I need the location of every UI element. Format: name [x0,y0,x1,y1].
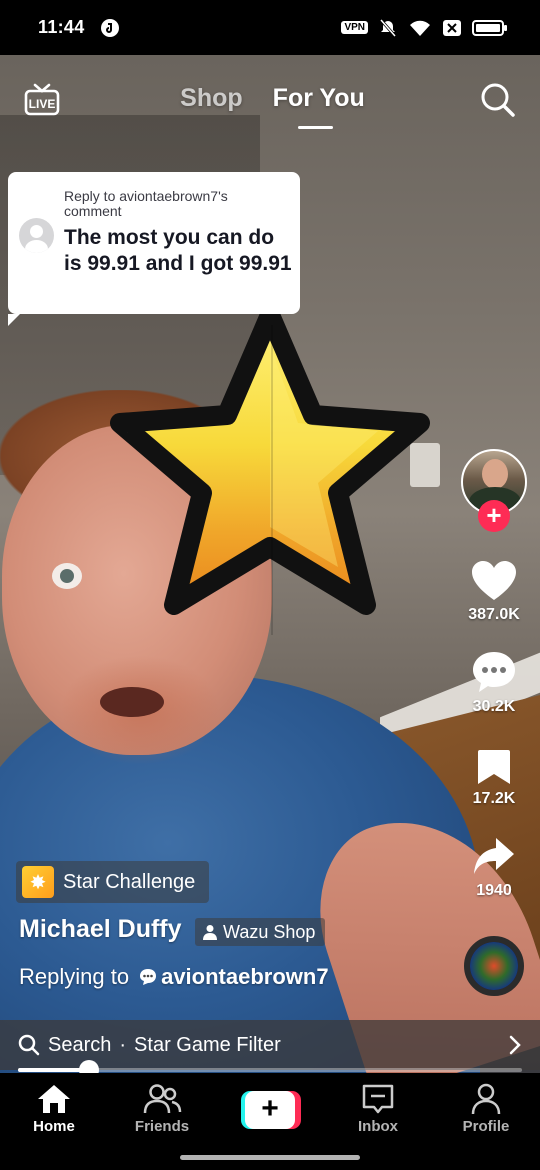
comment-bubble-icon [140,969,157,985]
home-icon [38,1085,70,1113]
create-button[interactable]: + [241,1091,301,1129]
effect-sparkle-icon: ✸ [22,866,54,898]
share-button[interactable]: 1940 [454,834,534,900]
sim-icon [443,19,461,36]
video-person-eye [52,563,82,589]
share-icon [474,838,514,874]
search-query: Star Game Filter [134,1033,281,1056]
wifi-icon [410,20,430,36]
tab-shop[interactable]: Shop [180,84,243,113]
status-time: 11:44 [38,17,85,37]
inbox-icon [362,1084,394,1114]
replying-prefix: Replying to [19,964,130,989]
friends-icon [143,1084,182,1114]
comment-count: 30.2K [472,698,516,715]
tab-for-you[interactable]: For You [273,84,365,113]
follow-button[interactable]: + [478,500,510,532]
author-name[interactable]: Michael Duffy [19,915,182,944]
share-count: 1940 [476,882,512,899]
reply-handle-text: aviontaebrown7 [161,964,329,989]
reply-comment-bubble[interactable]: Reply to aviontaebrown7's comment The mo… [8,172,300,326]
nav-friends-label: Friends [134,1118,190,1135]
nav-inbox-label: Inbox [358,1118,398,1135]
comment-button[interactable]: 30.2K [454,650,534,716]
shop-chip[interactable]: Wazu Shop [195,918,326,946]
nav-home[interactable]: Home [0,1073,108,1170]
video-person-mouth [100,687,164,717]
shop-label: Wazu Shop [223,921,316,942]
nav-profile-label: Profile [462,1118,510,1135]
effect-label: Star Challenge [63,870,196,893]
video-progress-bar[interactable] [18,1060,522,1080]
search-icon[interactable] [480,82,516,118]
search-separator: · [119,1033,127,1056]
mute-icon [379,18,397,37]
search-prefix: Search [48,1033,112,1056]
reply-comment-header: Reply to aviontaebrown7's comment [64,188,228,219]
replying-to-line: Replying to aviontaebrown7 [19,964,329,990]
save-button[interactable]: 17.2K [454,748,534,808]
person-icon [203,925,217,940]
search-small-icon [18,1034,40,1056]
comment-icon [473,652,515,692]
profile-icon [471,1083,501,1115]
status-bar: 11:44 VPN [0,0,540,55]
active-tab-indicator [298,126,333,129]
commenter-avatar [19,218,54,253]
home-indicator [180,1155,360,1160]
create-plus-icon: + [245,1091,295,1129]
like-count: 387.0K [468,606,520,623]
sound-disc[interactable] [464,936,524,996]
effect-chip[interactable]: ✸ Star Challenge [16,861,210,903]
like-button[interactable]: 387.0K [454,560,534,624]
save-count: 17.2K [472,790,516,807]
nav-home-label: Home [33,1118,75,1135]
bookmark-icon [478,750,510,784]
feed-tabs: Shop For You [0,84,540,113]
tiktok-notification-icon [100,18,119,37]
reply-comment-text: The most you can do is 99.91 and I got 9… [64,226,292,275]
chevron-right-icon [509,1035,521,1055]
nav-profile[interactable]: Profile [432,1073,540,1170]
reply-handle[interactable]: aviontaebrown7 [139,964,329,990]
heart-icon [472,561,516,600]
star-filter-graphic [110,305,430,635]
battery-icon [472,19,507,36]
vpn-icon: VPN [341,21,368,34]
video-progress-fill [18,1068,89,1072]
